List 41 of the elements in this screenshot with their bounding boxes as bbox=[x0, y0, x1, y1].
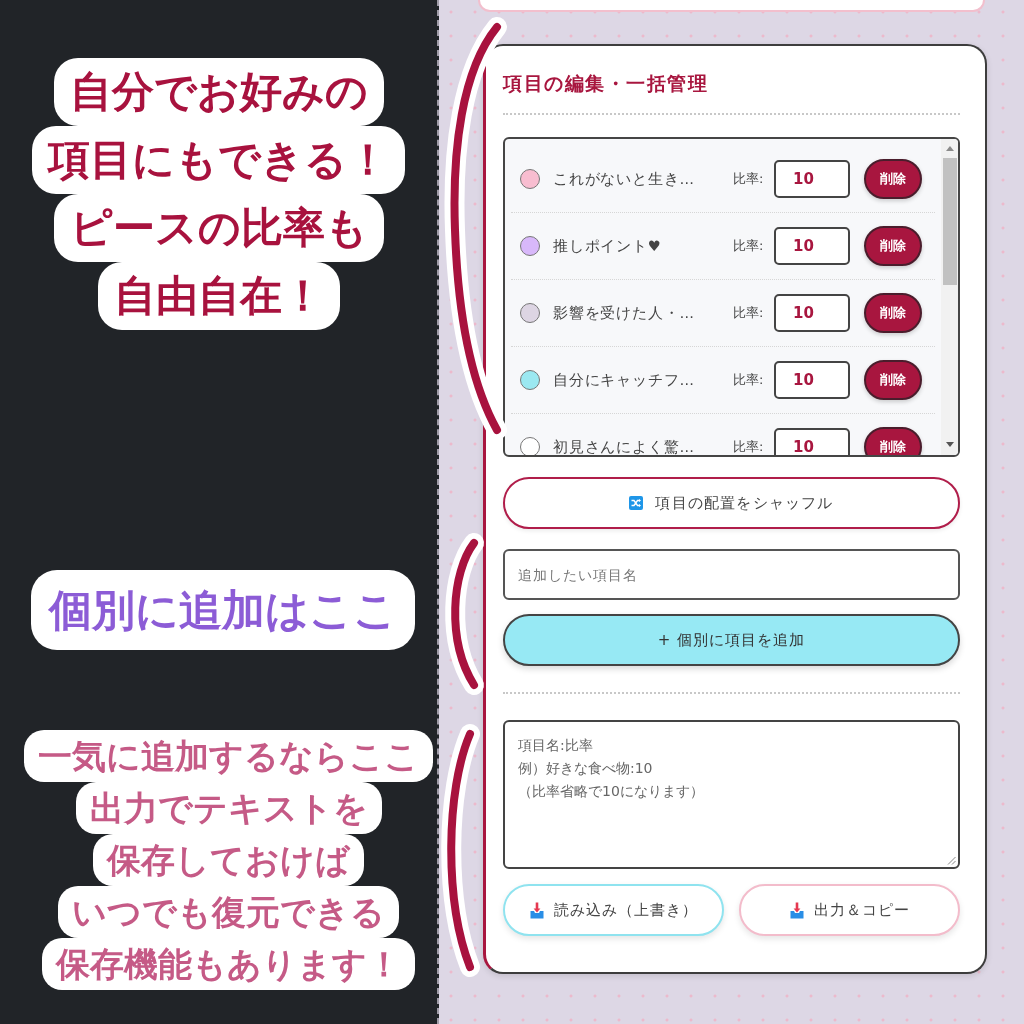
ratio-input[interactable]: 10 bbox=[774, 160, 850, 198]
ratio-label: 比率: bbox=[733, 371, 765, 389]
ratio-input[interactable]: 10 bbox=[774, 361, 850, 399]
resize-grip-icon[interactable] bbox=[947, 856, 956, 865]
ratio-label: 比率: bbox=[733, 237, 765, 255]
scrollbar-thumb[interactable] bbox=[942, 158, 957, 285]
delete-button[interactable]: 削除 bbox=[864, 360, 922, 400]
placeholder-text: 項目名:比率 bbox=[518, 736, 593, 755]
ratio-input[interactable]: 10 bbox=[774, 294, 850, 332]
placeholder-text: （比率省略で10になります） bbox=[518, 782, 704, 801]
ratio-label: 比率: bbox=[733, 438, 765, 455]
callout-text: 個別に追加はここ bbox=[30, 570, 415, 650]
scroll-down-icon[interactable] bbox=[945, 442, 954, 447]
item-name-field[interactable]: 追加したい項目名 bbox=[503, 549, 960, 600]
section-title: 項目の編集・一括管理 bbox=[503, 71, 708, 95]
item-name: 推しポイント♥ bbox=[553, 236, 663, 256]
item-name: 影響を受けた人・… bbox=[553, 303, 696, 323]
add-item-button[interactable]: + 個別に項目を追加 bbox=[503, 614, 960, 666]
delete-button[interactable]: 削除 bbox=[864, 427, 922, 455]
delete-button[interactable]: 削除 bbox=[864, 159, 922, 199]
scrollbar[interactable] bbox=[941, 139, 958, 455]
placeholder-text: 例）好きな食べ物:10 bbox=[518, 759, 653, 778]
load-button[interactable]: 読み込み（上書き） bbox=[503, 884, 724, 936]
shuffle-button[interactable]: 項目の配置をシャッフル bbox=[503, 477, 960, 529]
ratio-label: 比率: bbox=[733, 304, 765, 322]
item-name: これがないと生き… bbox=[553, 169, 696, 189]
export-copy-button[interactable]: 出力＆コピー bbox=[739, 884, 960, 936]
shuffle-icon bbox=[629, 496, 644, 510]
delete-button[interactable]: 削除 bbox=[864, 293, 922, 333]
callout-text: 一気に追加するならここ 出力でテキストを 保存しておけば いつでも復元できる 保存機能もあります！ bbox=[24, 730, 433, 990]
download-icon bbox=[789, 901, 804, 919]
item-name: 初見さんによく驚… bbox=[553, 437, 696, 455]
download-icon bbox=[529, 901, 544, 919]
ratio-input[interactable]: 10 bbox=[774, 227, 850, 265]
delete-button[interactable]: 削除 bbox=[864, 226, 922, 266]
ratio-label: 比率: bbox=[733, 170, 765, 188]
item-name: 自分にキャッチフ… bbox=[553, 370, 696, 390]
bulk-text-field[interactable]: 項目名:比率 例）好きな食べ物:10 （比率省略で10になります） bbox=[503, 720, 960, 869]
callout-text: 自分でお好みの 項目にもできる！ ピースの比率も 自由自在！ bbox=[32, 58, 405, 330]
ratio-input[interactable]: 10 bbox=[774, 428, 850, 455]
scroll-up-icon[interactable] bbox=[945, 146, 954, 151]
